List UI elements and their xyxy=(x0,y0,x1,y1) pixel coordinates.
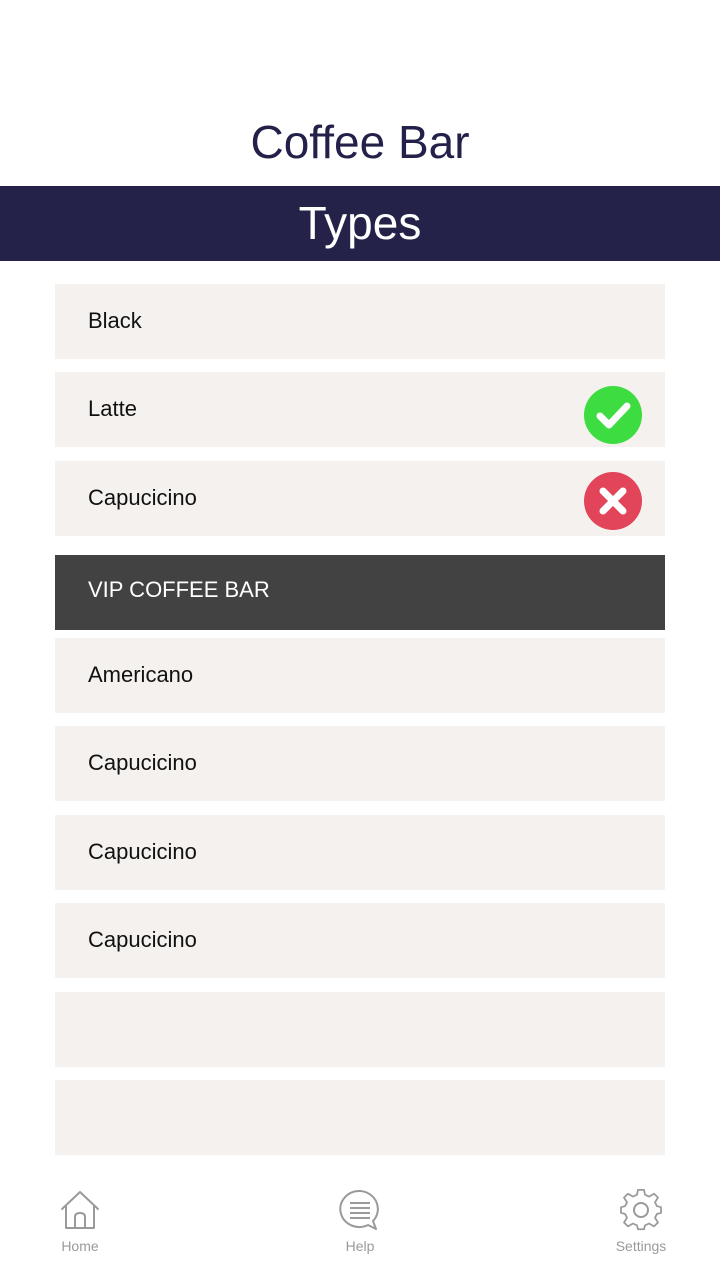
vip-list-item[interactable]: Capucicino xyxy=(55,903,665,978)
list-item-latte[interactable]: Latte xyxy=(55,372,665,447)
list-item-label: Americano xyxy=(88,662,194,687)
vip-section-title: VIP COFFEE BAR xyxy=(88,577,270,602)
vip-list-item[interactable]: Americano xyxy=(55,638,665,713)
gear-icon xyxy=(620,1189,662,1231)
home-icon xyxy=(61,1191,99,1229)
vip-list-item[interactable]: Capucicino xyxy=(55,815,665,890)
vip-list-item[interactable]: Capucicino xyxy=(55,726,665,801)
app-title: Coffee Bar xyxy=(250,116,470,168)
close-icon xyxy=(584,472,642,530)
list-item-label: Capucicino xyxy=(88,927,197,952)
chat-bubble-icon xyxy=(339,1189,379,1230)
tab-home-label: Home xyxy=(61,1238,99,1254)
list-item-label: Latte xyxy=(88,396,137,421)
tab-settings-label: Settings xyxy=(615,1238,667,1254)
list-item-black[interactable]: Black xyxy=(55,284,665,359)
vip-list-item-empty[interactable] xyxy=(55,992,665,1067)
tab-help[interactable]: Help xyxy=(305,1188,415,1254)
screen: Coffee Bar Types Black Latte Capucicino … xyxy=(0,0,720,1280)
section-header: Types xyxy=(0,186,720,261)
vip-section-header: VIP COFFEE BAR xyxy=(55,555,665,630)
list-item-label: Black xyxy=(88,308,142,333)
tab-home[interactable]: Home xyxy=(25,1188,135,1254)
tab-settings[interactable]: Settings xyxy=(586,1188,696,1254)
vip-list-item-empty[interactable] xyxy=(55,1080,665,1155)
list-item-label: Capucicino xyxy=(88,750,197,775)
list-item-capucicino[interactable]: Capucicino xyxy=(55,461,665,536)
section-title: Types xyxy=(298,197,422,249)
list-item-label: Capucicino xyxy=(88,485,197,510)
list-item-label: Capucicino xyxy=(88,839,197,864)
check-icon xyxy=(584,386,642,444)
tab-help-label: Help xyxy=(345,1238,375,1254)
